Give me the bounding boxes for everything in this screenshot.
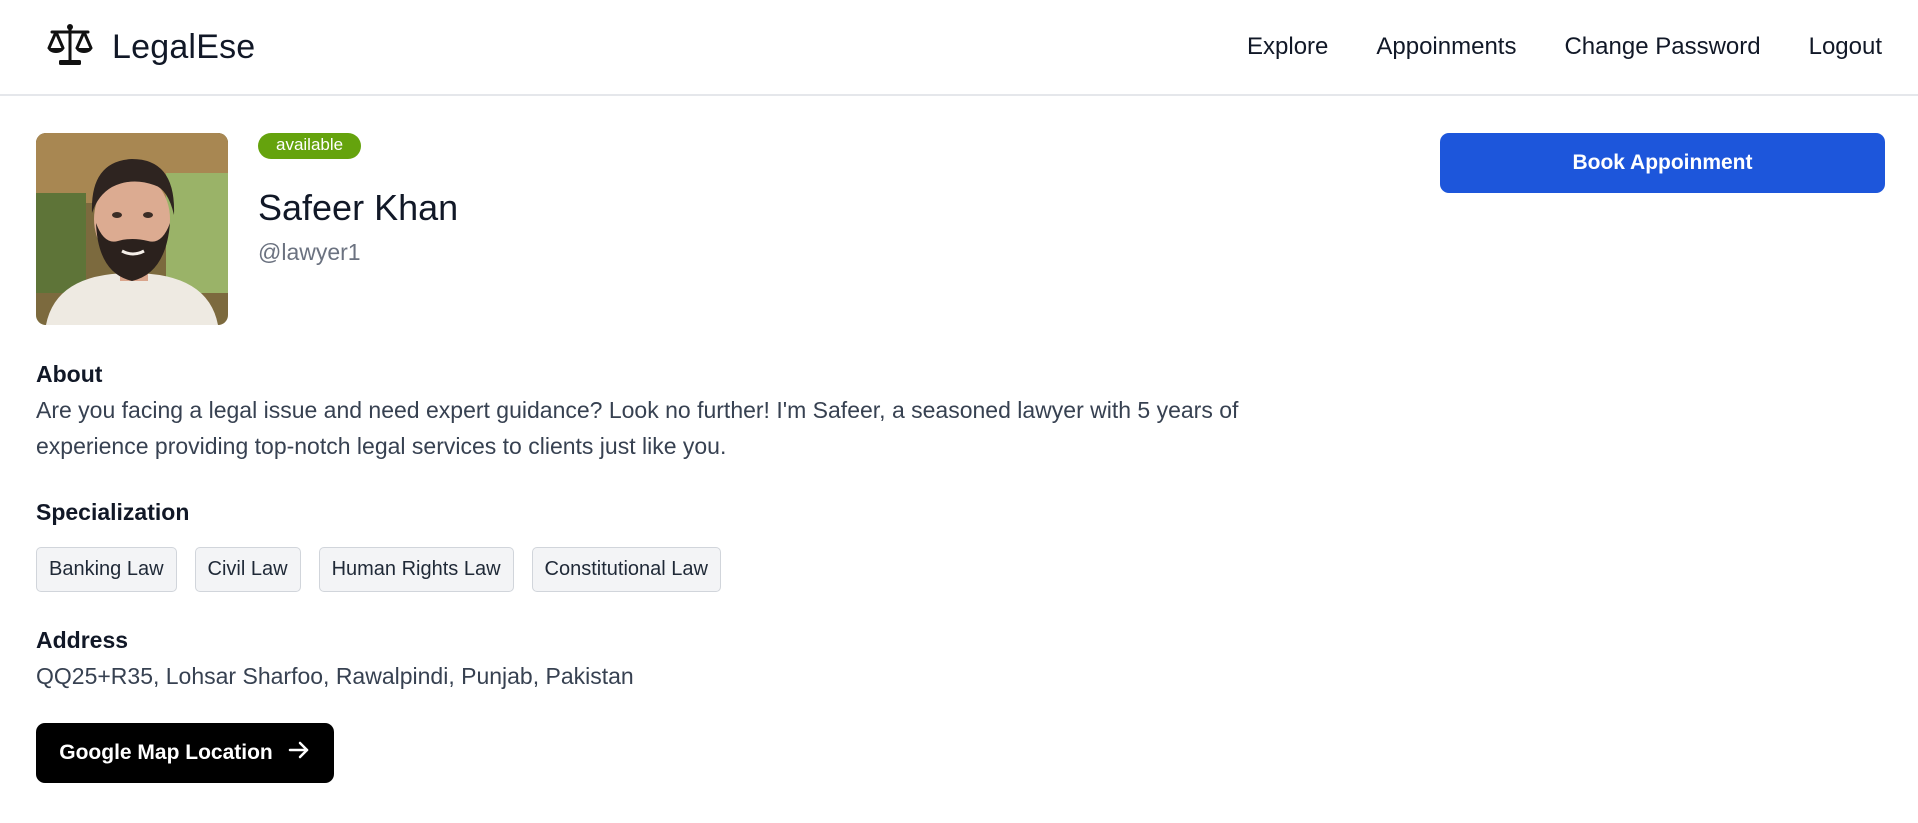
scales-icon xyxy=(46,21,94,74)
arrow-right-icon xyxy=(287,738,311,768)
specialization-tag: Civil Law xyxy=(194,547,301,592)
nav-link-explore[interactable]: Explore xyxy=(1247,33,1328,61)
brand-name: LegalEse xyxy=(112,27,256,66)
nav-links: Explore Appoinments Change Password Logo… xyxy=(1247,33,1882,61)
specialization-heading: Specialization xyxy=(36,499,190,525)
navbar: LegalEse Explore Appoinments Change Pass… xyxy=(0,0,1918,96)
address-heading: Address xyxy=(36,627,129,653)
specialization-tag: Banking Law xyxy=(36,547,177,592)
lawyer-name: Safeer Khan xyxy=(258,187,459,228)
avatar xyxy=(36,133,228,325)
profile-header: available Safeer Khan @lawyer1 xyxy=(36,133,458,325)
profile-info: available Safeer Khan @lawyer1 xyxy=(258,133,458,325)
nav-link-appointments[interactable]: Appoinments xyxy=(1376,33,1516,61)
nav-link-change-password[interactable]: Change Password xyxy=(1564,33,1760,61)
address-text: QQ25+R35, Lohsar Sharfoo, Rawalpindi, Pu… xyxy=(36,663,634,689)
google-map-location-button[interactable]: Google Map Location xyxy=(36,723,334,783)
about-heading: About xyxy=(36,361,103,387)
about-text: Are you facing a legal issue and need ex… xyxy=(36,397,1239,459)
nav-link-logout[interactable]: Logout xyxy=(1809,33,1882,61)
specialization-tag: Constitutional Law xyxy=(531,547,721,592)
book-appointment-button[interactable]: Book Appoinment xyxy=(1440,133,1885,193)
username: @lawyer1 xyxy=(258,239,361,265)
brand[interactable]: LegalEse xyxy=(46,21,255,74)
map-button-label: Google Map Location xyxy=(59,741,273,764)
status-badge: available xyxy=(258,133,362,159)
specialization-tags: Banking Law Civil Law Human Rights Law C… xyxy=(36,547,721,592)
specialization-tag: Human Rights Law xyxy=(318,547,514,592)
